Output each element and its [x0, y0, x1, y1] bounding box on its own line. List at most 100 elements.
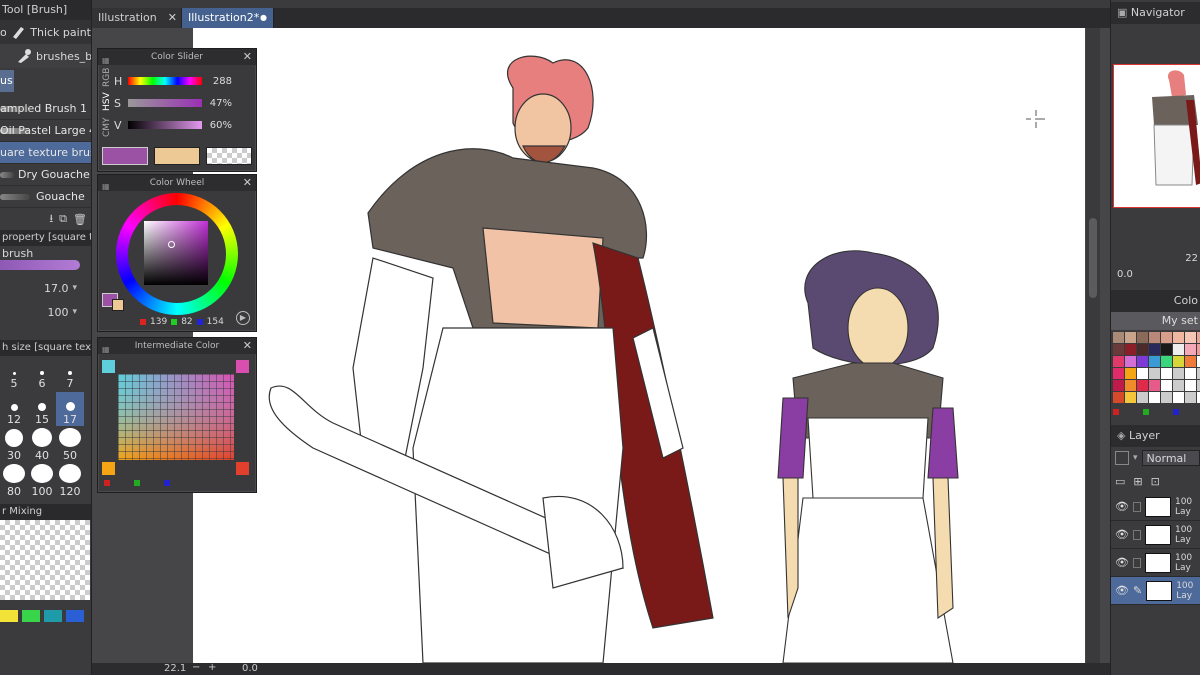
- transparent-color-swatch[interactable]: [206, 147, 252, 165]
- grip-icon[interactable]: ▦: [102, 342, 110, 358]
- size-preset[interactable]: 12: [0, 392, 28, 426]
- navigator-angle-value[interactable]: 0.0: [1117, 269, 1133, 280]
- navigator-zoom-row[interactable]: 22: [1111, 250, 1200, 266]
- tab-illustration2[interactable]: Illustration2* ●: [182, 8, 274, 28]
- sub-color-swatch[interactable]: [154, 147, 200, 165]
- corner-color-top-left[interactable]: [102, 360, 115, 373]
- layer-row[interactable]: 👁 100 Lay: [1111, 549, 1200, 577]
- size-preset[interactable]: 100: [28, 464, 56, 498]
- color-mixing-canvas[interactable]: [0, 520, 90, 600]
- hue-bar[interactable]: [128, 77, 202, 85]
- subtool-row[interactable]: olor Thick paint: [0, 20, 91, 44]
- sub-color-mini[interactable]: [112, 299, 124, 311]
- swatch-green[interactable]: [22, 610, 40, 622]
- color-picker-marker[interactable]: [168, 241, 175, 248]
- subtool-group-tab[interactable]: us: [0, 70, 14, 92]
- eye-icon[interactable]: 👁: [1115, 500, 1129, 513]
- value-value[interactable]: 60%: [202, 120, 232, 131]
- layer-mask-icon[interactable]: ⊡: [1151, 475, 1160, 488]
- color-set-header[interactable]: Colo: [1111, 290, 1200, 312]
- chevron-down-icon[interactable]: ▾: [72, 307, 77, 317]
- trash-icon[interactable]: 🗑: [73, 213, 87, 226]
- new-layer-icon[interactable]: ▭: [1115, 475, 1125, 488]
- zoom-out-icon[interactable]: −: [192, 662, 200, 673]
- palette-header[interactable]: ▦ Intermediate Color ✕: [98, 338, 256, 354]
- tab-illustration[interactable]: Illustration ✕: [92, 8, 182, 28]
- layer-row[interactable]: 👁 100 Lay: [1111, 493, 1200, 521]
- color-set-selector[interactable]: My set: [1111, 312, 1200, 330]
- rotation-value[interactable]: 0.0: [242, 663, 258, 674]
- intermediate-color-grid[interactable]: [118, 374, 234, 460]
- swatch-teal[interactable]: [44, 610, 62, 622]
- swatch-yellow[interactable]: [0, 610, 18, 622]
- hue-ring[interactable]: [116, 193, 238, 315]
- chevron-down-icon[interactable]: ▾: [72, 283, 77, 293]
- layer-effect-icon[interactable]: ⊞: [1133, 475, 1142, 488]
- size-preset[interactable]: 5: [0, 356, 28, 390]
- saturation-value[interactable]: 47%: [202, 98, 232, 109]
- corner-color-top-right[interactable]: [236, 360, 249, 373]
- subtool-thick-paint[interactable]: Thick paint: [30, 26, 91, 39]
- main-color-swatch[interactable]: [102, 147, 148, 165]
- layer-row-selected[interactable]: 👁 ✎ 100 Lay: [1111, 577, 1200, 605]
- layer-row[interactable]: 👁 100 Lay: [1111, 521, 1200, 549]
- eye-icon[interactable]: 👁: [1115, 556, 1129, 569]
- hue-value[interactable]: 288: [202, 76, 232, 87]
- layer-header[interactable]: ◈ Layer: [1111, 425, 1200, 447]
- size-preset-selected[interactable]: 17: [56, 392, 84, 426]
- hue-slider[interactable]: H 288: [114, 71, 232, 91]
- close-icon[interactable]: ✕: [168, 8, 177, 28]
- size-preset[interactable]: 120: [56, 464, 84, 498]
- swatch-blue[interactable]: [66, 610, 84, 622]
- saturation-bar[interactable]: [128, 99, 202, 107]
- vertical-scrollbar[interactable]: [1086, 28, 1100, 663]
- size-preset[interactable]: 30: [0, 428, 28, 462]
- brush-item[interactable]: Dry Gouache: [0, 164, 91, 186]
- corner-color-bottom-left[interactable]: [102, 462, 115, 475]
- opacity-value[interactable]: 100: [47, 306, 68, 319]
- size-preset[interactable]: 6: [28, 356, 56, 390]
- mode-tab-cmy[interactable]: CMY: [102, 117, 114, 137]
- value-bar[interactable]: [128, 121, 202, 129]
- eye-icon[interactable]: 👁: [1115, 528, 1129, 541]
- subtool-brushes[interactable]: brushes_b: [36, 50, 91, 63]
- close-icon[interactable]: ✕: [243, 175, 252, 191]
- corner-color-bottom-right[interactable]: [236, 462, 249, 475]
- subtool-brushes-row[interactable]: brushes_b: [0, 44, 91, 68]
- grip-icon[interactable]: ▦: [102, 179, 110, 195]
- mode-tab-hsv[interactable]: HSV: [102, 93, 114, 112]
- download-icon[interactable]: ⭳: [49, 210, 53, 229]
- palette-header[interactable]: ▦ Color Slider ✕: [98, 49, 256, 65]
- size-preset[interactable]: 7: [56, 356, 84, 390]
- eye-icon[interactable]: 👁: [1115, 584, 1129, 597]
- close-icon[interactable]: ✕: [243, 49, 252, 65]
- navigator-preview[interactable]: [1113, 64, 1200, 208]
- zoom-value[interactable]: 22.1: [164, 663, 186, 674]
- saturation-slider[interactable]: S 47%: [114, 93, 232, 113]
- brush-item[interactable]: ampled Brush 1 3: [0, 98, 91, 120]
- size-preset[interactable]: 15: [28, 392, 56, 426]
- brush-item[interactable]: Gouache: [0, 186, 91, 208]
- size-preset[interactable]: 40: [28, 428, 56, 462]
- opacity-row[interactable]: 100 ▾: [0, 300, 91, 324]
- zoom-in-icon[interactable]: +: [208, 662, 216, 673]
- size-preset[interactable]: 50: [56, 428, 84, 462]
- saturation-value-square[interactable]: [144, 221, 208, 285]
- blend-mode-select[interactable]: Normal: [1141, 450, 1200, 466]
- canvas-paper[interactable]: [193, 28, 1085, 663]
- navigator-header[interactable]: ▣ Navigator: [1111, 2, 1200, 24]
- size-value[interactable]: 17.0: [44, 282, 69, 295]
- brush-item-selected[interactable]: uare texture brush: [0, 142, 91, 164]
- navigator-angle-row[interactable]: 0.0: [1111, 266, 1200, 282]
- play-icon[interactable]: ▶: [236, 311, 250, 325]
- close-icon[interactable]: ✕: [243, 338, 252, 354]
- duplicate-icon[interactable]: ⧉: [59, 212, 67, 226]
- palette-header[interactable]: ▦ Color Wheel ✕: [98, 175, 256, 191]
- mode-tab-rgb[interactable]: RGB: [102, 67, 114, 86]
- size-preset[interactable]: 80: [0, 464, 28, 498]
- value-slider[interactable]: V 60%: [114, 115, 232, 135]
- scroll-thumb[interactable]: [1089, 218, 1097, 298]
- brush-item[interactable]: Oil Pastel Large 4: [0, 120, 91, 142]
- subtool-color-label[interactable]: olor: [0, 26, 6, 39]
- size-row[interactable]: 17.0 ▾: [0, 276, 91, 300]
